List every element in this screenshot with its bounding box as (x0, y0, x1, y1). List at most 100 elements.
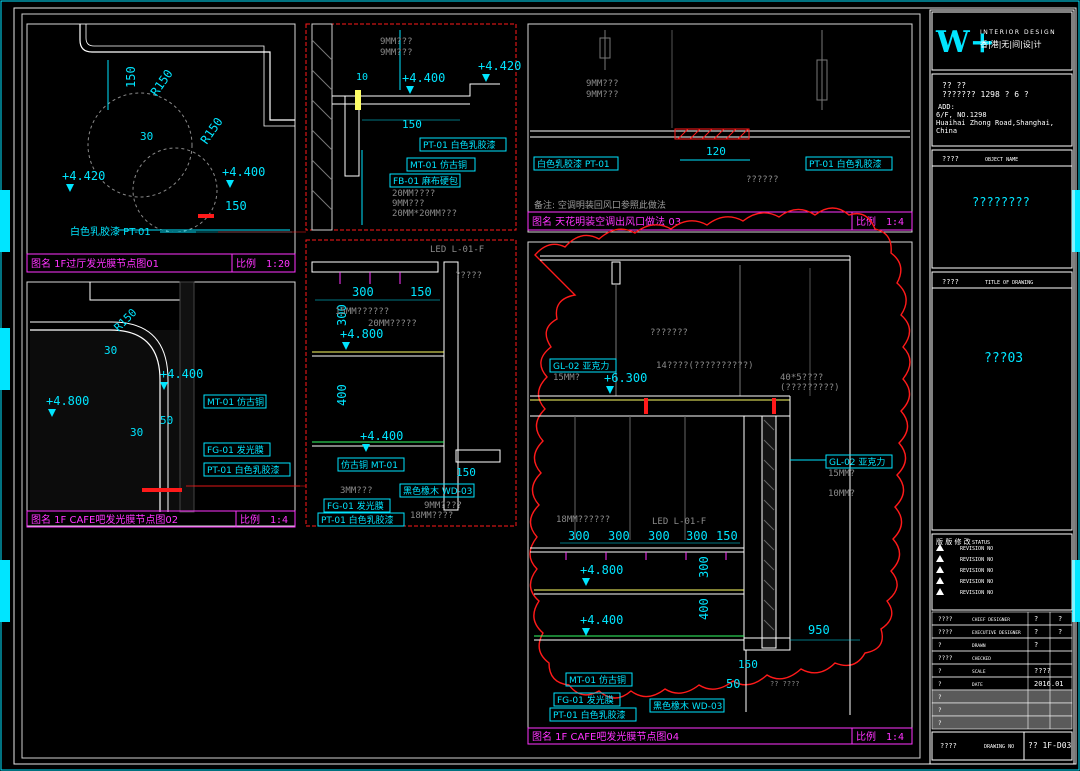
left-tab-2 (0, 328, 10, 390)
panel-2-note-3: 20MM???? (392, 189, 435, 199)
title-block-row-en: EXECUTIVE DESIGNER (972, 630, 1021, 636)
panel-6-dim-150b: 150 (738, 658, 758, 671)
title-block-row-value-2: ? (1058, 615, 1062, 623)
panel-6-note-1: ??????? (650, 328, 688, 338)
addr-line-4: Huaihai Zhong Road,Shanghai, (936, 119, 1054, 127)
left-tab-1 (0, 190, 10, 252)
panel-5-dim-150b: 150 (456, 466, 476, 479)
panel-6-dim-950: 950 (808, 623, 830, 637)
panel-5-note-led: LED L-01-F (430, 245, 484, 255)
panel-2-level-4400: +4.400 (402, 71, 445, 85)
panel-6-dim-300v: 300 (697, 556, 711, 578)
title-block-row-cn: ? (938, 668, 942, 675)
panel-3: 9MM??? 9MM??? 120 ?????? 白色乳胶漆 PT-01 PT-… (527, 23, 913, 233)
title-block-row-value: ? (1034, 628, 1038, 636)
addr-label: ADD: (938, 103, 955, 111)
panel-1-dim-150b: 150 (225, 199, 247, 213)
title-block-row-value: ? (1034, 641, 1038, 649)
panel-4-scale-label: 比例 (240, 513, 260, 526)
panel-4-dim-30: 30 (104, 344, 117, 357)
panel-1-frame (26, 23, 296, 273)
title-block-row (931, 650, 1073, 665)
title-block-row-cn: ? (938, 642, 942, 649)
panel-2-note-2: 9MM??? (380, 48, 413, 58)
cad-drawing-sheet: 150 R150 R150 30 150 +4.420 +4.400 白色乳胶漆… (0, 0, 1080, 771)
panel-2-dim-10: 10 (356, 72, 368, 83)
project-label-en: OBJECT NAME (985, 157, 1018, 163)
panel-4-scale: 1:4 (270, 515, 288, 526)
panel-1-dim-30: 30 (140, 130, 153, 143)
panel-1-level-4400: +4.400 (222, 165, 265, 179)
panel-1-level-4420: +4.420 (62, 169, 105, 183)
title-block-row-en: SCALE (972, 669, 986, 675)
panel-6-note-bottom: ?? ???? (770, 680, 800, 688)
panel-5-tag-fg01: FG-01 发光膜 (327, 500, 384, 512)
panel-5-dim-400: 400 (335, 384, 349, 406)
panel-5-tag-wd03: 黑色橡木 WD-03 (403, 485, 472, 497)
panel-4-title: 图名 1F CAFE吧发光膜节点图02 (31, 513, 178, 526)
title-block-row-cn: ???? (938, 616, 953, 623)
panel-4-dim-50: 50 (160, 414, 173, 427)
panel-5-note-3mm: 3MM??? (340, 486, 373, 496)
title-block-row (931, 715, 1073, 730)
panel-6-note-3: 40*5???? (780, 373, 823, 383)
title-block-row-cn: ???? (938, 629, 953, 636)
panel-2-tag-pt01: PT-01 白色乳胶漆 (423, 139, 496, 151)
drawing-label-en: TITLE OF DRAWING (985, 280, 1033, 286)
revision-triangle-icon (936, 555, 944, 562)
panel-6-note-10mm: 10MM? (828, 489, 855, 499)
drawing-label-cn: ???? (942, 278, 959, 286)
panel-1: 150 R150 R150 30 150 +4.420 +4.400 白色乳胶漆… (26, 23, 296, 273)
panel-6-dim-300-b: 300 (608, 529, 630, 543)
panel-6-tag-gl02-b: GL-02 亚克力 (829, 456, 885, 468)
panel-4-dim-30b: 30 (130, 426, 143, 439)
panel-6-note-15mm-a: 15MM? (553, 373, 580, 383)
panel-4-level-4400: +4.400 (160, 367, 203, 381)
panel-1-scale: 1:20 (266, 259, 290, 270)
panel-2-tag-fb01: FB-01 麻布硬包 (393, 175, 458, 187)
panel-5-note-9mm: 9MM???? (424, 501, 462, 511)
title-block-row-en: CHIEF DESIGNER (972, 617, 1010, 623)
panel-3-tag-left: 白色乳胶漆 PT-01 (537, 158, 610, 170)
revision-rows: REVISION NO REVISION NO REVISION NO REVISIO… (936, 544, 993, 596)
panel-2: 9MM??? 9MM??? +4.400 +4.420 10 150 PT-01… (305, 23, 521, 231)
right-tab-2 (1072, 560, 1080, 622)
project-label-cn: ???? (942, 155, 959, 163)
panel-6-tag-pt01: PT-01 白色乳胶漆 (553, 709, 626, 721)
title-block-row-value-2: ? (1058, 628, 1062, 636)
title-block-row-value: 2016.01 (1034, 680, 1064, 688)
panel-4-tag-fg01: FG-01 发光膜 (207, 444, 264, 456)
title-block-row-cn: ???? (938, 655, 953, 662)
panel-2-note-5: 20MM*20MM??? (392, 209, 457, 219)
panel-5-tag-pt01: PT-01 白色乳胶漆 (321, 514, 394, 526)
panel-5-tag-mt01: 仿古铜 MT-01 (341, 459, 398, 471)
panel-6-tag-mt01: MT-01 仿古铜 (569, 674, 626, 686)
panel-1-dim-r150-a: R150 (148, 67, 176, 99)
revision-triangle-icon (936, 577, 944, 584)
title-block-row-value: ???? (1034, 667, 1051, 675)
panel-4: R150 30 50 30 +4.800 +4.400 MT-01 仿古铜 FG… (26, 281, 300, 528)
panel-5-level-4800: +4.800 (340, 327, 383, 341)
title-block-row-en: DATE (972, 682, 983, 688)
panel-1-scale-label: 比例 (236, 257, 256, 270)
panel-5-dim-300: 300 (352, 285, 374, 299)
title-block-row-en: DRAWN (972, 643, 986, 649)
panel-1-dim-150: 150 (124, 66, 138, 88)
drawing-no-en: DRAWING NO (984, 744, 1014, 750)
panel-5-note-18mm: 18MM???? (410, 511, 453, 521)
panel-3-note-2: 9MM??? (586, 90, 619, 100)
panel-6-note-led: LED L-01-F (652, 517, 706, 527)
panel-1-red-marker (198, 214, 214, 218)
revision-triangle-icon (936, 588, 944, 595)
drawing-title-box (931, 271, 1073, 531)
panel-4-tag-mt01: MT-01 仿古铜 (207, 396, 264, 408)
panel-5-frame (305, 239, 517, 527)
panel-5-level-4400: +4.400 (360, 429, 403, 443)
panel-6-tag-fg01: FG-01 发光膜 (557, 694, 614, 706)
logo-cn: 香|港|无|间|设|计 (980, 39, 1041, 49)
panel-1-dim-r150-b: R150 (198, 115, 226, 147)
addr-line-1: ?? ?? (942, 81, 966, 90)
drawing-no-cn: ???? (940, 742, 957, 750)
panel-4-level-4800: +4.800 (46, 394, 89, 408)
panel-3-note-1: 9MM??? (586, 79, 619, 89)
